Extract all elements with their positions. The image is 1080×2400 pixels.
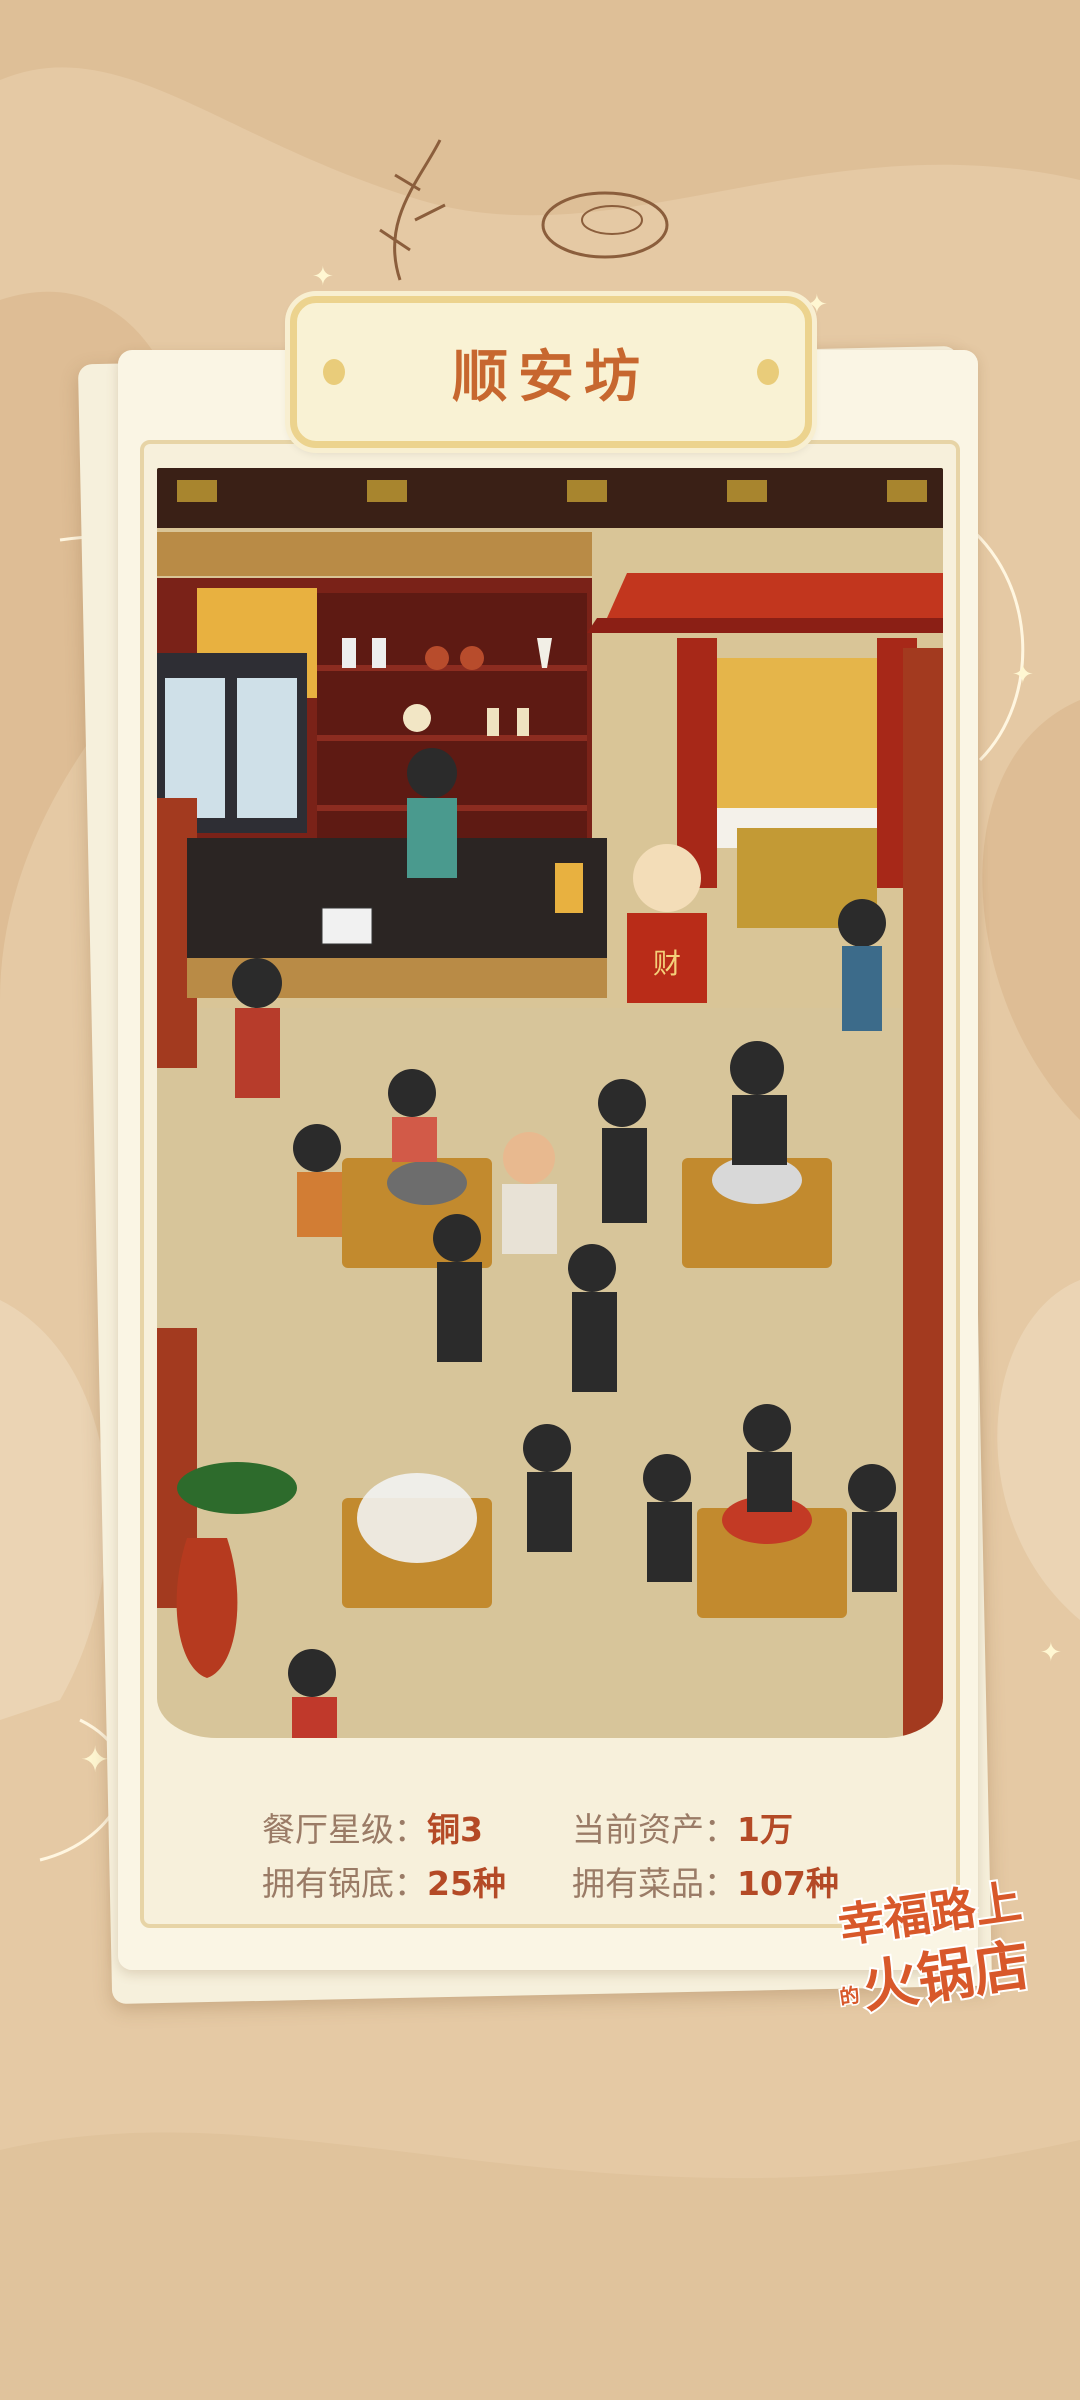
stat-label: 当前资产： bbox=[572, 1810, 737, 1849]
stat-value: 铜3 bbox=[427, 1810, 483, 1849]
restaurant-scene[interactable]: 财 bbox=[157, 468, 943, 1738]
stat-assets: 当前资产：1万 bbox=[572, 1803, 882, 1851]
stat-value: 1万 bbox=[737, 1810, 793, 1849]
fortune-sign-text: 财 bbox=[653, 947, 681, 980]
plate-dot-left bbox=[323, 359, 345, 385]
sparkle-icon: ✦ bbox=[1012, 660, 1034, 690]
stat-label: 拥有菜品： bbox=[572, 1864, 737, 1903]
stat-label: 餐厅星级： bbox=[262, 1810, 427, 1849]
stat-soup-bases: 拥有锅底：25种 bbox=[262, 1857, 572, 1905]
plate-dot-right bbox=[757, 359, 779, 385]
stats-row: 餐厅星级：铜3 当前资产：1万 bbox=[262, 1800, 882, 1854]
stats-row: 拥有锅底：25种 拥有菜品：107种 bbox=[262, 1854, 882, 1908]
restaurant-name: 顺安坊 bbox=[452, 343, 650, 410]
sparkle-icon: ✦ bbox=[1040, 1638, 1062, 1668]
sparkle-icon: ✦ bbox=[80, 1740, 111, 1781]
stat-value: 25种 bbox=[427, 1864, 506, 1903]
restaurant-title-plate: 顺安坊 bbox=[290, 296, 812, 448]
stat-value: 107种 bbox=[737, 1864, 839, 1903]
stat-label: 拥有锅底： bbox=[262, 1864, 427, 1903]
stat-star-level: 餐厅星级：铜3 bbox=[262, 1803, 572, 1851]
svg-text:的: 的 bbox=[838, 1983, 861, 2010]
game-logo: 幸福路上 的 火锅店 bbox=[833, 1872, 1036, 2023]
restaurant-stats: 餐厅星级：铜3 当前资产：1万 拥有锅底：25种 拥有菜品：107种 bbox=[262, 1800, 882, 1908]
sparkle-icon: ✦ bbox=[312, 262, 334, 292]
